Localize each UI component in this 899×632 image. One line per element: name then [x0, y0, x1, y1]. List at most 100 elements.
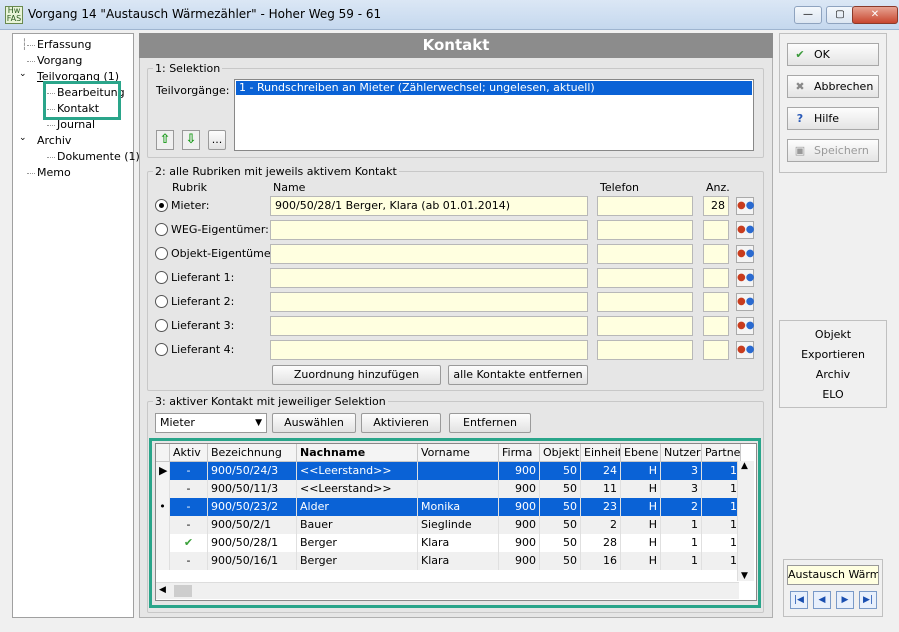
rubrik-anz-field [703, 244, 729, 264]
col-name-header: Name [273, 181, 306, 194]
window-title: Vorgang 14 "Austausch Wärmezähler" - Hoh… [28, 7, 382, 21]
rubrik-telefon-field[interactable] [597, 196, 693, 216]
zuordnung-hinzufuegen-button[interactable]: Zuordnung hinzufügen [272, 365, 441, 385]
rubrik-label: Mieter: [171, 199, 210, 212]
tree-item-vorgang[interactable]: Vorgang [37, 54, 82, 67]
archiv-link[interactable]: Archiv [779, 368, 887, 381]
tree-item-erfassung[interactable]: Erfassung [37, 38, 91, 51]
rubrik-anz-field [703, 292, 729, 312]
people-icon[interactable]: ●● [736, 269, 754, 287]
rubrik-radio[interactable] [155, 223, 168, 236]
close-button[interactable]: ✕ [852, 6, 898, 24]
hilfe-button[interactable]: ? Hilfe [787, 107, 879, 130]
maximize-button[interactable]: ▢ [826, 6, 854, 24]
navigation-tree: ┆ Erfassung Vorgang ⌄ Teilvorgang (1) Be… [12, 33, 140, 618]
objekt-link[interactable]: Objekt [779, 328, 887, 341]
arrow-down-icon[interactable]: ⇩ [182, 130, 200, 150]
aktivieren-button[interactable]: Aktivieren [361, 413, 441, 433]
people-icon[interactable]: ●● [736, 341, 754, 359]
people-icon[interactable]: ●● [736, 197, 754, 215]
rubrik-anz-field [703, 316, 729, 336]
more-button[interactable]: ... [208, 130, 226, 150]
chevron-down-icon: ▼ [255, 418, 262, 428]
rubriken-legend: 2: alle Rubriken mit jeweils aktivem Kon… [153, 165, 399, 178]
selection-legend: 1: Selektion [153, 62, 223, 75]
rubrik-radio[interactable] [155, 295, 168, 308]
prev-record-icon[interactable]: ◀ [813, 591, 831, 609]
rubrik-name-field[interactable] [270, 316, 588, 336]
page-title: Kontakt [139, 33, 773, 58]
rubrik-label: Lieferant 1: [171, 271, 235, 284]
rubrik-anz-field [703, 340, 729, 360]
abbrechen-label: Abbrechen [814, 80, 874, 93]
people-icon[interactable]: ●● [736, 317, 754, 335]
entfernen-button[interactable]: Entfernen [449, 413, 531, 433]
chevron-down-icon[interactable]: ⌄ [19, 133, 27, 143]
first-record-icon[interactable]: |◀ [790, 591, 808, 609]
people-icon[interactable]: ●● [736, 293, 754, 311]
save-icon: ▣ [794, 144, 806, 157]
rubrik-label: Lieferant 4: [171, 343, 235, 356]
rubrik-name-field[interactable] [270, 340, 588, 360]
ok-label: OK [814, 48, 830, 61]
tree-item-memo[interactable]: Memo [37, 166, 71, 179]
rubrik-telefon-field[interactable] [597, 292, 693, 312]
rubrik-name-field[interactable] [270, 268, 588, 288]
rubrik-radio[interactable] [155, 343, 168, 356]
app-icon: Hw FAS [5, 6, 23, 24]
chevron-down-icon[interactable]: ⌄ [19, 69, 27, 79]
rubrik-telefon-field[interactable] [597, 340, 693, 360]
rubrik-anz-field [703, 220, 729, 240]
rubrik-dropdown[interactable]: Mieter ▼ [155, 413, 267, 433]
rubrik-name-field[interactable] [270, 292, 588, 312]
col-rubrik-header: Rubrik [172, 181, 208, 194]
auswaehlen-button[interactable]: Auswählen [272, 413, 356, 433]
rubrik-telefon-field[interactable] [597, 316, 693, 336]
rubrik-telefon-field[interactable] [597, 268, 693, 288]
rubrik-telefon-field[interactable] [597, 244, 693, 264]
teilvorgaenge-label: Teilvorgänge: [156, 84, 230, 97]
record-name-field: Austausch Wärme [787, 565, 879, 585]
people-icon[interactable]: ●● [736, 245, 754, 263]
rubrik-anz-field [703, 268, 729, 288]
aktiver-kontakt-legend: 3: aktiver Kontakt mit jeweiliger Selekt… [153, 395, 388, 408]
arrow-up-icon[interactable]: ⇧ [156, 130, 174, 150]
teilvorgaenge-list[interactable]: 1 - Rundschreiben an Mieter (Zählerwechs… [234, 79, 754, 151]
help-icon: ? [796, 112, 804, 125]
abbrechen-button[interactable]: ✖ Abbrechen [787, 75, 879, 98]
highlight-box [149, 438, 761, 608]
col-anz-header: Anz. [706, 181, 730, 194]
close-icon: ✖ [795, 80, 805, 93]
rubrik-name-field[interactable]: 900/50/28/1 Berger, Klara (ab 01.01.2014… [270, 196, 588, 216]
tree-item-archiv[interactable]: Archiv [37, 134, 71, 147]
last-record-icon[interactable]: ▶| [859, 591, 877, 609]
rubrik-radio[interactable] [155, 271, 168, 284]
people-icon[interactable]: ●● [736, 221, 754, 239]
rubrik-label: Objekt-Eigentümer: [171, 247, 279, 260]
speichern-label: Speichern [814, 144, 869, 157]
rubrik-name-field[interactable] [270, 244, 588, 264]
rubrik-label: Lieferant 2: [171, 295, 235, 308]
rubrik-anz-field: 28 [703, 196, 729, 216]
elo-link[interactable]: ELO [779, 388, 887, 401]
next-record-icon[interactable]: ▶ [836, 591, 854, 609]
tree-item-dokumente[interactable]: Dokumente (1) [57, 150, 140, 163]
rubrik-telefon-field[interactable] [597, 220, 693, 240]
ok-button[interactable]: ✔ OK [787, 43, 879, 66]
hilfe-label: Hilfe [814, 112, 840, 125]
rubrik-radio[interactable] [155, 247, 168, 260]
rubrik-name-field[interactable] [270, 220, 588, 240]
rubrik-radio[interactable] [155, 319, 168, 332]
list-item[interactable]: 1 - Rundschreiben an Mieter (Zählerwechs… [236, 81, 752, 95]
rubrik-label: WEG-Eigentümer: [171, 223, 269, 236]
alle-kontakte-entfernen-button[interactable]: alle Kontakte entfernen [448, 365, 588, 385]
minimize-button[interactable]: — [794, 6, 822, 24]
rubrik-label: Lieferant 3: [171, 319, 235, 332]
col-telefon-header: Telefon [600, 181, 640, 194]
check-icon: ✔ [795, 48, 805, 61]
exportieren-link[interactable]: Exportieren [779, 348, 887, 361]
dropdown-value: Mieter [160, 416, 195, 429]
speichern-button[interactable]: ▣ Speichern [787, 139, 879, 162]
rubrik-radio[interactable] [155, 199, 168, 212]
highlight-box [43, 81, 121, 120]
